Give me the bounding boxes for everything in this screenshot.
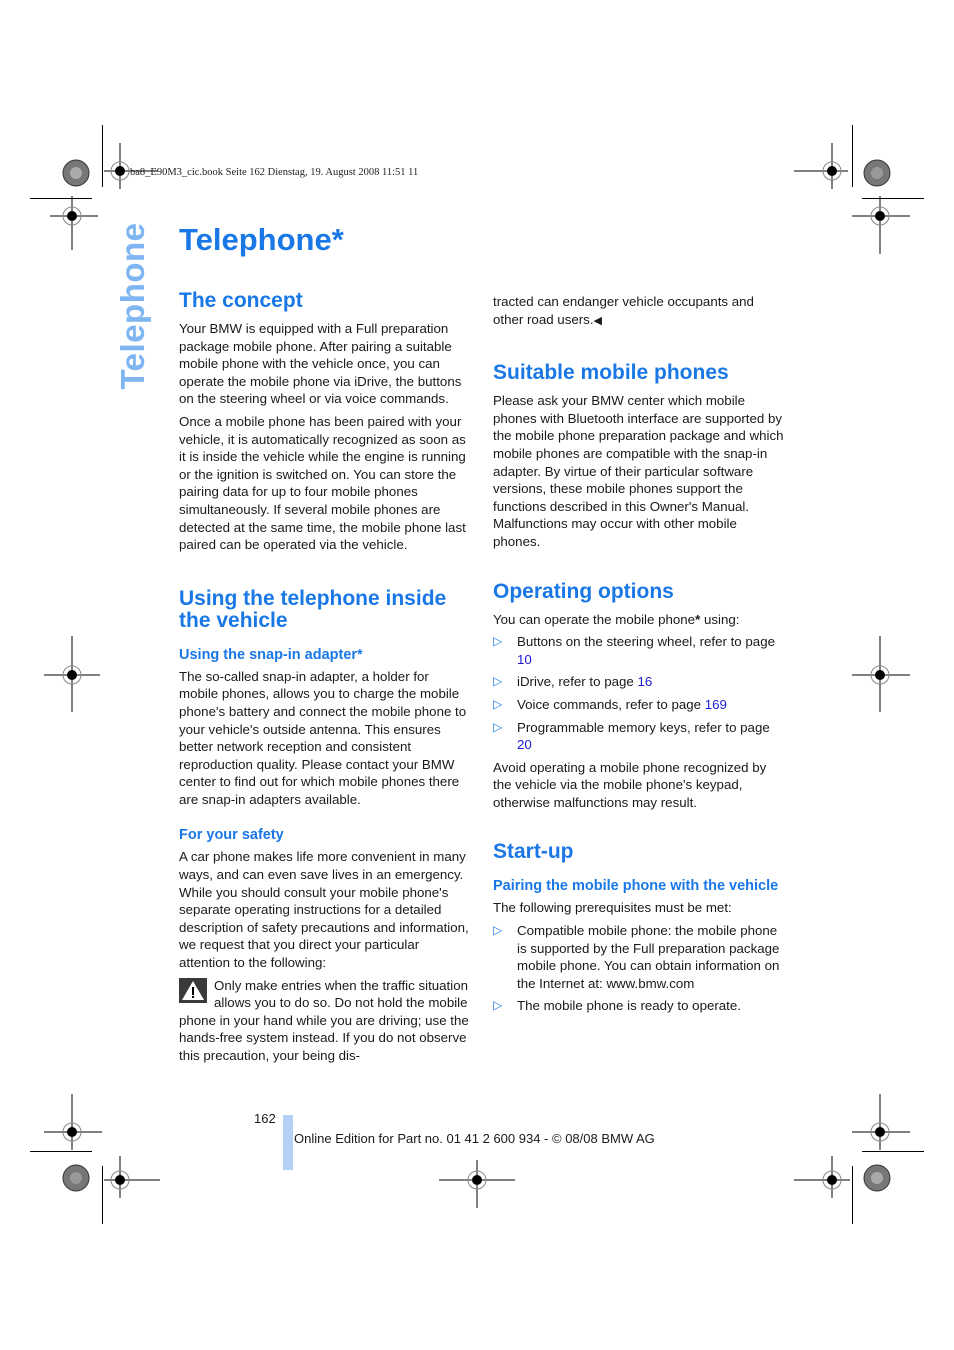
paragraph: You can operate the mobile phone* using: xyxy=(493,611,740,627)
left-column: The concept Your BMW is equipped with a … xyxy=(179,290,471,1070)
end-mark-icon: ◀ xyxy=(593,314,602,327)
bullet-triangle-icon: ▷ xyxy=(493,696,503,711)
bullet-triangle-icon: ▷ xyxy=(493,719,503,734)
section-using-telephone: Using the telephone inside the vehicle U… xyxy=(179,586,471,1065)
paragraph: Please ask your BMW center which mobile … xyxy=(493,393,784,549)
registration-mark-icon xyxy=(104,1156,160,1198)
side-tab-label: Telephone xyxy=(114,221,151,390)
registration-mark-icon xyxy=(439,1160,515,1208)
section-start-up: Start-up Pairing the mobile phone with t… xyxy=(493,841,785,1015)
crop-line xyxy=(102,1166,103,1224)
crop-line xyxy=(30,1151,92,1152)
paragraph: Once a mobile phone has been paired with… xyxy=(179,413,466,553)
section-the-concept: The concept Your BMW is equipped with a … xyxy=(179,290,471,554)
crop-line xyxy=(852,125,853,187)
paragraph: The so-called snap-in adapter, a holder … xyxy=(179,668,467,807)
color-wheel-icon xyxy=(863,159,891,187)
list-item: ▷ iDrive, refer to page 16 xyxy=(493,674,653,690)
registration-mark-icon xyxy=(44,1094,102,1150)
bullet-triangle-icon: ▷ xyxy=(493,923,503,938)
paragraph: A car phone makes life more convenient i… xyxy=(179,849,469,971)
warning-continued: tracted can endanger vehicle occupants a… xyxy=(493,293,785,330)
color-wheel-icon xyxy=(863,1164,891,1192)
section-heading: Operating options xyxy=(493,579,674,603)
page-link[interactable]: 16 xyxy=(637,674,652,689)
section-heading: Suitable mobile phones xyxy=(493,361,729,385)
page-link[interactable]: 169 xyxy=(705,697,727,712)
side-tab: Telephone xyxy=(113,222,153,389)
bullet-triangle-icon: ▷ xyxy=(493,634,503,649)
page-title: Telephone* xyxy=(179,222,344,257)
print-info-header: ba8_E90M3_cic.book Seite 162 Dienstag, 1… xyxy=(130,167,419,178)
section-heading: Start-up xyxy=(493,840,574,864)
registration-mark-icon xyxy=(794,143,848,189)
subsection-heading: Using the snap-in adapter* xyxy=(179,646,363,663)
bullet-triangle-icon: ▷ xyxy=(493,674,503,689)
warning-text: Only make entries when the traffic situa… xyxy=(179,977,469,1063)
section-suitable-mobile-phones: Suitable mobile phones Please ask your B… xyxy=(493,362,785,550)
warning-icon xyxy=(179,977,207,1003)
crop-line xyxy=(862,1151,924,1152)
page-link[interactable]: 20 xyxy=(517,737,532,752)
list-item: ▷ The mobile phone is ready to operate. xyxy=(493,998,741,1014)
registration-mark-icon xyxy=(852,636,910,712)
list-item: ▷ Compatible mobile phone: the mobile pho… xyxy=(493,923,780,991)
registration-mark-icon xyxy=(794,1156,850,1198)
paragraph: Avoid operating a mobile phone recognize… xyxy=(493,759,767,810)
paragraph: The following prerequisites must be met: xyxy=(493,900,732,916)
crop-line xyxy=(852,1166,853,1224)
list-item: ▷ Voice commands, refer to page 169 xyxy=(493,696,727,712)
subsection-heading: For your safety xyxy=(179,827,284,844)
registration-mark-icon xyxy=(852,1094,910,1150)
section-heading: Using the telephone inside the vehicle xyxy=(179,586,447,632)
page-link[interactable]: 10 xyxy=(517,652,532,667)
registration-mark-icon xyxy=(44,636,100,712)
color-wheel-icon xyxy=(62,159,90,187)
footer-accent-bar xyxy=(283,1115,293,1170)
section-heading: The concept xyxy=(179,289,303,312)
section-operating-options: Operating options You can operate the mo… xyxy=(493,579,785,812)
prerequisites-list: ▷ Compatible mobile phone: the mobile pho… xyxy=(493,922,785,1015)
footer-edition: Online Edition for Part no. 01 41 2 600 … xyxy=(294,1131,655,1146)
registration-mark-icon xyxy=(50,196,98,250)
crop-line xyxy=(102,125,103,187)
paragraph: Your BMW is equipped with a Full prepara… xyxy=(179,321,462,407)
page-number: 162 xyxy=(254,1111,276,1126)
operating-options-list: ▷ Buttons on the steering wheel, refer to… xyxy=(493,633,785,754)
color-wheel-icon xyxy=(62,1164,90,1192)
warning-block: Only make entries when the traffic situa… xyxy=(179,977,471,1065)
right-column: tracted can endanger vehicle occupants a… xyxy=(493,293,785,1020)
bullet-triangle-icon: ▷ xyxy=(493,998,503,1013)
registration-mark-icon xyxy=(852,196,910,254)
list-item: ▷ Programmable memory keys, refer to page… xyxy=(493,719,770,753)
list-item: ▷ Buttons on the steering wheel, refer to… xyxy=(493,634,775,667)
subsection-heading: Pairing the mobile phone with the vehicl… xyxy=(493,878,779,895)
warning-continued-text: tracted can endanger vehicle occupants a… xyxy=(493,294,754,327)
